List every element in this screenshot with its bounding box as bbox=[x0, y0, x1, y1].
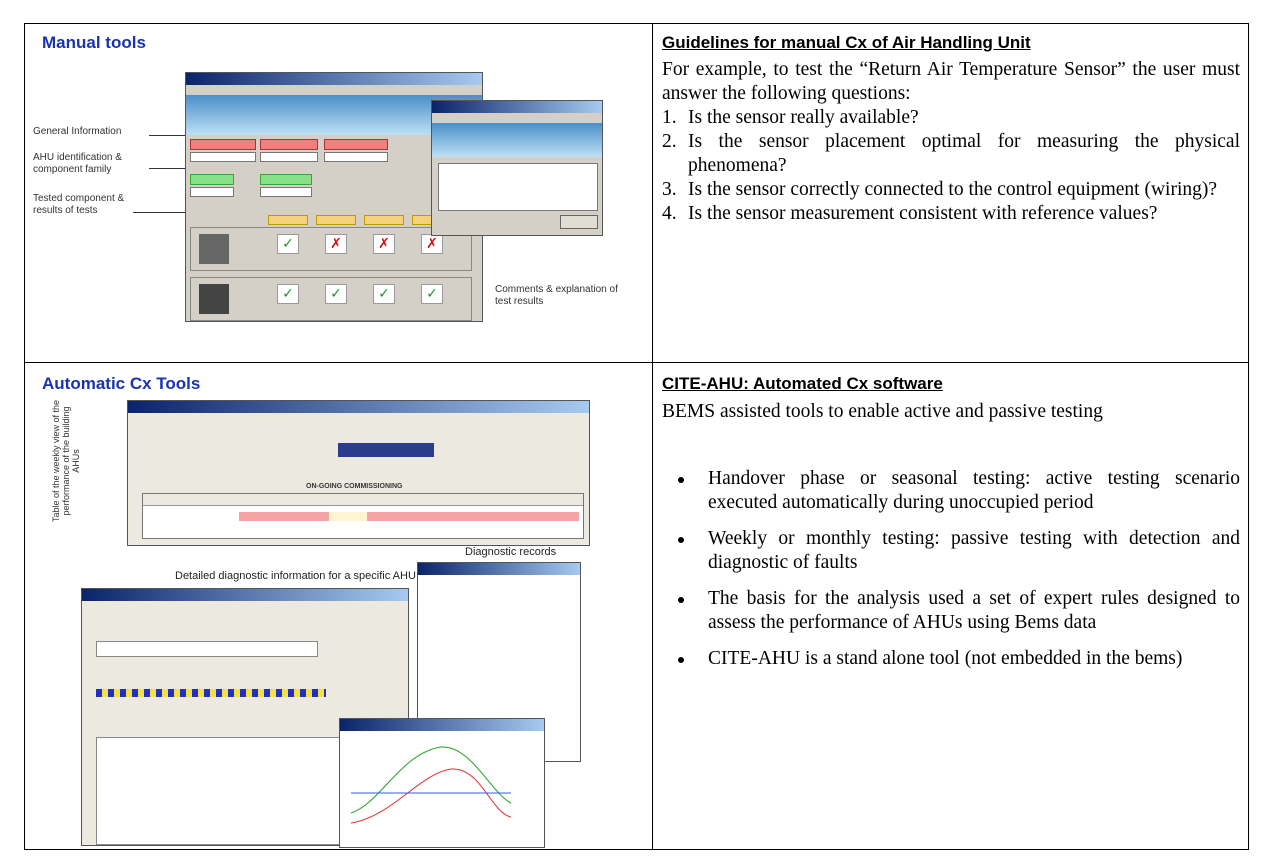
bullet-icon bbox=[678, 597, 684, 603]
field-select[interactable] bbox=[260, 187, 312, 197]
window-titlebar bbox=[340, 719, 544, 731]
question-number: 2. bbox=[662, 131, 677, 152]
ok-check-icon[interactable]: ✓ bbox=[277, 284, 299, 304]
column-header bbox=[316, 215, 356, 225]
component-group-2: ✓ ✓ ✓ ✓ bbox=[190, 277, 472, 321]
logos bbox=[338, 443, 434, 457]
bullet-icon bbox=[678, 477, 684, 483]
column-header bbox=[268, 215, 308, 225]
automatic-tools-title: Automatic Cx Tools bbox=[42, 374, 201, 393]
fail-cross-icon[interactable]: ✗ bbox=[325, 234, 347, 254]
question-item: 4. Is the sensor measurement consistent w… bbox=[662, 202, 1240, 226]
annotation-arrow bbox=[149, 135, 185, 136]
feature-list: Handover phase or seasonal testing: acti… bbox=[662, 467, 1240, 683]
question-list: 1. Is the sensor really available? 2. Is t… bbox=[662, 106, 1240, 226]
annotation-arrow bbox=[133, 212, 188, 213]
comment-window bbox=[431, 100, 603, 236]
ok-check-icon[interactable]: ✓ bbox=[421, 284, 443, 304]
annotation-table-view: Table of the weekly view of the performa… bbox=[51, 399, 81, 523]
field-header bbox=[190, 174, 234, 185]
fault-hours-strip bbox=[96, 641, 318, 657]
bullet-icon bbox=[678, 537, 684, 543]
question-text: Is the sensor measurement consistent wit… bbox=[688, 203, 1158, 224]
graph-window bbox=[339, 718, 545, 848]
cite-ahu-cell: CITE-AHU: Automated Cx software BEMS ass… bbox=[653, 363, 1250, 849]
field-input[interactable] bbox=[260, 152, 318, 162]
annotation-ahu-identification: AHU identification & component family bbox=[33, 152, 122, 175]
field-input[interactable] bbox=[324, 152, 388, 162]
causes-list bbox=[96, 737, 348, 845]
question-number: 4. bbox=[662, 203, 677, 224]
field-header bbox=[260, 174, 312, 185]
table-row bbox=[143, 494, 583, 506]
question-number: 3. bbox=[662, 179, 677, 200]
content-table: Manual tools General Information AHU ide… bbox=[24, 23, 1249, 850]
field-header bbox=[324, 139, 388, 150]
table-row bbox=[329, 512, 367, 521]
window-titlebar bbox=[418, 563, 580, 575]
ok-check-icon[interactable]: ✓ bbox=[325, 284, 347, 304]
ok-check-icon[interactable]: ✓ bbox=[277, 234, 299, 254]
field-header bbox=[190, 139, 256, 150]
annotation-general-info: General Information bbox=[33, 126, 122, 137]
list-item: Weekly or monthly testing: passive testi… bbox=[662, 527, 1240, 575]
list-item-text: The basis for the analysis used a set of… bbox=[708, 588, 1240, 633]
question-item: 1. Is the sensor really available? bbox=[662, 106, 1240, 130]
annotation-detailed-info: Detailed diagnostic information for a sp… bbox=[175, 570, 416, 582]
automatic-tool-screenshot: Table of the weekly view of the performa… bbox=[25, 398, 652, 848]
annotation-tested-component: Tested component & results of tests bbox=[33, 193, 125, 216]
field-input[interactable] bbox=[190, 152, 256, 162]
window-titlebar bbox=[82, 589, 408, 601]
window-titlebar bbox=[432, 101, 602, 113]
field-select[interactable] bbox=[190, 187, 234, 197]
question-text: Is the sensor correctly connected to the… bbox=[688, 179, 1218, 200]
column-header bbox=[364, 215, 404, 225]
window-titlebar bbox=[128, 401, 589, 413]
window-banner bbox=[432, 123, 602, 157]
manual-tools-cell: Manual tools General Information AHU ide… bbox=[25, 24, 652, 362]
manual-tools-title: Manual tools bbox=[42, 33, 146, 52]
component-group-1: ✓ ✗ ✗ ✗ bbox=[190, 227, 472, 271]
annotation-diagnostic-records: Diagnostic records bbox=[465, 546, 557, 558]
window-titlebar bbox=[186, 73, 482, 85]
question-text: Is the sensor really available? bbox=[688, 107, 919, 128]
list-item: CITE-AHU is a stand alone tool (not embe… bbox=[662, 647, 1240, 671]
question-text: Is the sensor placement optimal for meas… bbox=[688, 131, 1240, 176]
annotation-comments: Comments & explanation of test results bbox=[495, 284, 618, 307]
sensor-photo bbox=[199, 234, 229, 264]
manual-tool-screenshot: General Information AHU identification &… bbox=[25, 64, 652, 354]
question-item: 2. Is the sensor placement optimal for me… bbox=[662, 130, 1240, 178]
list-item-text: Handover phase or seasonal testing: acti… bbox=[708, 468, 1240, 513]
comment-textarea[interactable] bbox=[438, 163, 598, 211]
guidelines-title: Guidelines for manual Cx of Air Handling… bbox=[662, 33, 1031, 52]
list-item-text: Weekly or monthly testing: passive testi… bbox=[708, 528, 1240, 573]
cite-ahu-main-window: ON-GOING COMMISSIONING bbox=[127, 400, 590, 546]
fail-cross-icon[interactable]: ✗ bbox=[373, 234, 395, 254]
guidelines-cell: Guidelines for manual Cx of Air Handling… bbox=[653, 24, 1250, 362]
cite-ahu-title: CITE-AHU: Automated Cx software bbox=[662, 374, 943, 393]
sensor-photo bbox=[199, 284, 229, 314]
close-button[interactable] bbox=[560, 215, 598, 229]
cite-ahu-intro: BEMS assisted tools to enable active and… bbox=[662, 401, 1103, 422]
question-number: 1. bbox=[662, 107, 677, 128]
list-item-text: CITE-AHU is a stand alone tool (not embe… bbox=[708, 648, 1183, 669]
guidelines-intro: For example, to test the “Return Air Tem… bbox=[662, 59, 1240, 104]
table-row bbox=[239, 512, 579, 521]
ongoing-commissioning-heading: ON-GOING COMMISSIONING bbox=[306, 483, 403, 490]
field-header bbox=[260, 139, 318, 150]
bullet-icon bbox=[678, 657, 684, 663]
trend-line bbox=[350, 746, 512, 814]
ok-check-icon[interactable]: ✓ bbox=[373, 284, 395, 304]
list-item: Handover phase or seasonal testing: acti… bbox=[662, 467, 1240, 515]
list-item: The basis for the analysis used a set of… bbox=[662, 587, 1240, 635]
occupancy-strip bbox=[96, 689, 326, 697]
weekly-table bbox=[142, 493, 584, 539]
question-item: 3. Is the sensor correctly connected to t… bbox=[662, 178, 1240, 202]
automatic-tools-cell: Automatic Cx Tools Table of the weekly v… bbox=[25, 363, 652, 849]
fail-cross-icon[interactable]: ✗ bbox=[421, 234, 443, 254]
trend-chart bbox=[350, 746, 512, 824]
annotation-arrow bbox=[149, 168, 185, 169]
